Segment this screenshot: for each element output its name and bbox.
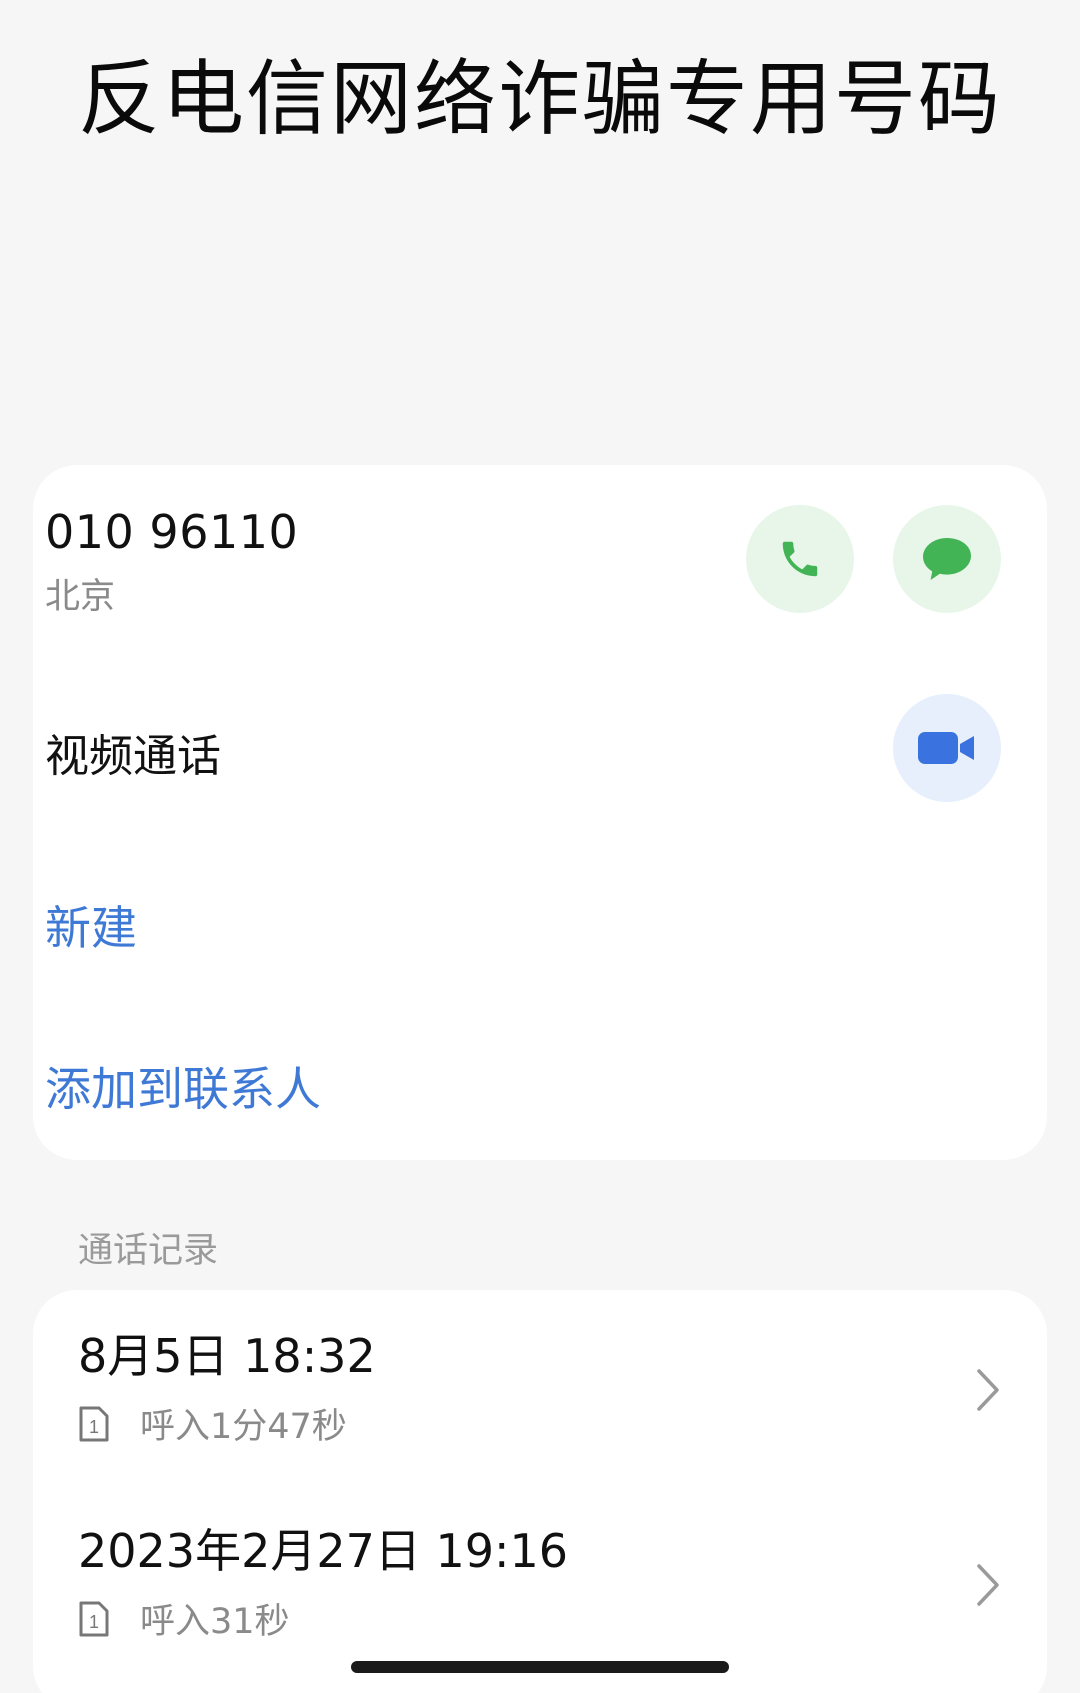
message-button[interactable] — [893, 505, 1001, 613]
call-button[interactable] — [746, 505, 854, 613]
video-call-button[interactable] — [893, 694, 1001, 802]
call-log-entry[interactable]: 2023年2月27日 19:16 1 呼入31秒 — [33, 1515, 1047, 1675]
call-date: 2023年2月27日 19:16 — [78, 1524, 569, 1578]
phone-number: 010 96110 — [45, 505, 299, 559]
call-history-header: 通话记录 — [78, 1231, 219, 1271]
sim-card-icon: 1 — [79, 1406, 109, 1441]
sim-number: 1 — [89, 1417, 99, 1437]
new-contact-link[interactable]: 新建 — [45, 892, 137, 958]
call-detail: 呼入31秒 — [140, 1602, 290, 1642]
video-call-label: 视频通话 — [45, 731, 221, 782]
call-date: 8月5日 18:32 — [78, 1329, 376, 1383]
number-location: 北京 — [45, 577, 116, 617]
contact-detail-screen: 反电信网络诈骗专用号码 010 96110 北京 视频通话 新建 添加到联系人 … — [0, 0, 1080, 1693]
call-info: 1 呼入1分47秒 — [78, 1398, 347, 1449]
message-bubble-icon — [923, 538, 971, 580]
video-camera-icon — [918, 732, 974, 764]
chevron-right-icon — [977, 1369, 999, 1411]
home-indicator[interactable] — [351, 1661, 729, 1673]
sim-card-icon: 1 — [79, 1601, 109, 1636]
call-info: 1 呼入31秒 — [78, 1593, 290, 1644]
chevron-right-icon — [977, 1564, 999, 1606]
phone-icon — [782, 541, 818, 577]
call-log-entry[interactable]: 8月5日 18:32 1 呼入1分47秒 — [33, 1320, 1047, 1480]
sim-number: 1 — [89, 1612, 99, 1632]
contact-title: 反电信网络诈骗专用号码 — [77, 52, 1002, 147]
call-detail: 呼入1分47秒 — [140, 1407, 347, 1447]
add-to-contacts-link[interactable]: 添加到联系人 — [45, 1053, 321, 1119]
